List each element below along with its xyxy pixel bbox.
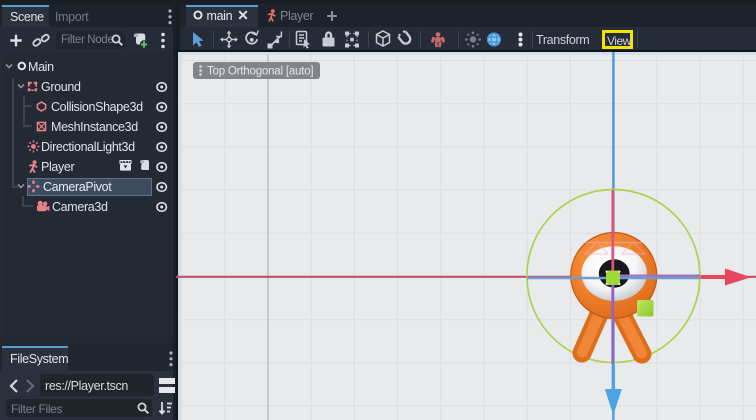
svg-text:Top Orthogonal [auto]: Top Orthogonal [auto]: [207, 66, 313, 78]
